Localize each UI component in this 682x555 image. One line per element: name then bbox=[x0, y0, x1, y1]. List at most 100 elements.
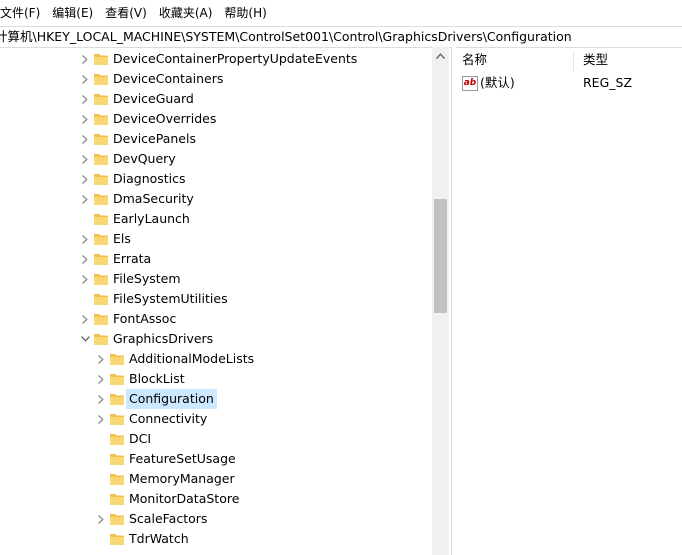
tree-item-deviceguard[interactable]: DeviceGuard bbox=[0, 89, 432, 109]
folder-icon bbox=[109, 509, 125, 529]
chevron-right-icon[interactable] bbox=[79, 129, 91, 149]
string-value-icon: ab bbox=[462, 76, 478, 91]
column-header-name[interactable]: 名称 bbox=[462, 51, 487, 69]
tree-item-monitordatastore[interactable]: MonitorDataStore bbox=[0, 489, 432, 509]
folder-icon bbox=[93, 169, 109, 189]
folder-icon bbox=[93, 229, 109, 249]
tree-item-featuresetusage[interactable]: FeatureSetUsage bbox=[0, 449, 432, 469]
tree-item-label: ScaleFactors bbox=[129, 511, 208, 526]
tree-item-diagnostics[interactable]: Diagnostics bbox=[0, 169, 432, 189]
tree-item-label: DevicePanels bbox=[113, 131, 196, 146]
folder-icon bbox=[93, 49, 109, 69]
chevron-right-icon[interactable] bbox=[95, 509, 107, 529]
tree-item-graphicsdrivers[interactable]: GraphicsDrivers bbox=[0, 329, 432, 349]
tree-item-label: DeviceContainerPropertyUpdateEvents bbox=[113, 51, 358, 66]
tree-item-deviceoverrides[interactable]: DeviceOverrides bbox=[0, 109, 432, 129]
chevron-up-icon bbox=[436, 52, 445, 59]
tree-item-dci[interactable]: DCI bbox=[0, 429, 432, 449]
tree-item-additionalmodelists[interactable]: AdditionalModeLists bbox=[0, 349, 432, 369]
folder-icon bbox=[93, 209, 109, 229]
chevron-right-icon[interactable] bbox=[79, 69, 91, 89]
menu-bar: 文件(F) 编辑(E) 查看(V) 收藏夹(A) 帮助(H) bbox=[0, 0, 682, 26]
folder-icon bbox=[109, 449, 125, 469]
chevron-right-icon[interactable] bbox=[95, 409, 107, 429]
column-header-type[interactable]: 类型 bbox=[583, 51, 608, 69]
tree-item-label: DeviceGuard bbox=[113, 91, 194, 106]
chevron-right-icon[interactable] bbox=[79, 269, 91, 289]
tree-item-els[interactable]: Els bbox=[0, 229, 432, 249]
tree-item-label: EarlyLaunch bbox=[113, 211, 190, 226]
scroll-up-button[interactable] bbox=[432, 47, 449, 64]
folder-icon bbox=[93, 109, 109, 129]
tree-item-label: Configuration bbox=[126, 389, 217, 409]
tree-item-label: DevQuery bbox=[113, 151, 176, 166]
scroll-thumb[interactable] bbox=[434, 199, 447, 313]
folder-icon bbox=[109, 529, 125, 549]
folder-icon bbox=[109, 489, 125, 509]
menu-file[interactable]: 文件(F) bbox=[0, 0, 46, 26]
tree-item-label: DeviceContainers bbox=[113, 71, 224, 86]
value-type[interactable]: REG_SZ bbox=[583, 74, 632, 92]
tree-item-configuration[interactable]: Configuration bbox=[0, 389, 432, 409]
folder-icon bbox=[93, 269, 109, 289]
tree-scrollbar[interactable] bbox=[432, 47, 449, 555]
menu-help[interactable]: 帮助(H) bbox=[218, 0, 272, 26]
tree-item-label: DeviceOverrides bbox=[113, 111, 217, 126]
tree-item-label: Errata bbox=[113, 251, 152, 266]
tree-item-label: FontAssoc bbox=[113, 311, 177, 326]
chevron-right-icon[interactable] bbox=[95, 349, 107, 369]
tree-item-connectivity[interactable]: Connectivity bbox=[0, 409, 432, 429]
folder-icon bbox=[109, 409, 125, 429]
tree-item-devquery[interactable]: DevQuery bbox=[0, 149, 432, 169]
chevron-down-icon[interactable] bbox=[79, 329, 91, 349]
folder-icon bbox=[109, 369, 125, 389]
tree-item-earlylaunch[interactable]: EarlyLaunch bbox=[0, 209, 432, 229]
tree-item-devicepanels[interactable]: DevicePanels bbox=[0, 129, 432, 149]
tree-item-memorymanager[interactable]: MemoryManager bbox=[0, 469, 432, 489]
chevron-right-icon[interactable] bbox=[79, 229, 91, 249]
folder-icon bbox=[93, 189, 109, 209]
menu-view[interactable]: 查看(V) bbox=[99, 0, 153, 26]
chevron-right-icon[interactable] bbox=[79, 49, 91, 69]
tree-item-errata[interactable]: Errata bbox=[0, 249, 432, 269]
chevron-right-icon[interactable] bbox=[79, 169, 91, 189]
folder-icon bbox=[93, 149, 109, 169]
registry-tree: DeviceContainerPropertyUpdateEvents Devic… bbox=[0, 47, 450, 555]
folder-icon bbox=[93, 89, 109, 109]
tree-item-label: MemoryManager bbox=[129, 471, 235, 486]
chevron-right-icon[interactable] bbox=[79, 109, 91, 129]
tree-item-label: BlockList bbox=[129, 371, 185, 386]
tree-item-label: FileSystemUtilities bbox=[113, 291, 228, 306]
value-name[interactable]: (默认) bbox=[480, 74, 515, 92]
tree-item-tdrwatch[interactable]: TdrWatch bbox=[0, 529, 432, 549]
folder-icon bbox=[109, 469, 125, 489]
tree-item-dmasecurity[interactable]: DmaSecurity bbox=[0, 189, 432, 209]
tree-item-filesystemutilities[interactable]: FileSystemUtilities bbox=[0, 289, 432, 309]
folder-icon bbox=[93, 69, 109, 89]
tree-item-fontassoc[interactable]: FontAssoc bbox=[0, 309, 432, 329]
folder-icon bbox=[93, 249, 109, 269]
folder-icon bbox=[109, 349, 125, 369]
tree-item-label: FileSystem bbox=[113, 271, 181, 286]
chevron-right-icon[interactable] bbox=[79, 149, 91, 169]
chevron-right-icon[interactable] bbox=[79, 89, 91, 109]
folder-icon bbox=[93, 289, 109, 309]
column-separator[interactable] bbox=[573, 51, 574, 71]
chevron-right-icon[interactable] bbox=[95, 369, 107, 389]
chevron-right-icon[interactable] bbox=[79, 189, 91, 209]
menu-favorites[interactable]: 收藏夹(A) bbox=[153, 0, 219, 26]
address-bar[interactable]: 计算机\HKEY_LOCAL_MACHINE\SYSTEM\ControlSet… bbox=[0, 26, 682, 48]
address-path[interactable]: 计算机\HKEY_LOCAL_MACHINE\SYSTEM\ControlSet… bbox=[0, 29, 572, 44]
tree-item-label: TdrWatch bbox=[129, 531, 189, 546]
menu-edit[interactable]: 编辑(E) bbox=[46, 0, 99, 26]
chevron-right-icon[interactable] bbox=[79, 309, 91, 329]
tree-item-devicecontainers[interactable]: DeviceContainers bbox=[0, 69, 432, 89]
tree-item-devicecontainerpropertyupdateevents[interactable]: DeviceContainerPropertyUpdateEvents bbox=[0, 49, 432, 69]
tree-item-blocklist[interactable]: BlockList bbox=[0, 369, 432, 389]
chevron-right-icon[interactable] bbox=[95, 389, 107, 409]
tree-item-scalefactors[interactable]: ScaleFactors bbox=[0, 509, 432, 529]
tree-item-label: Connectivity bbox=[129, 411, 208, 426]
folder-icon bbox=[93, 309, 109, 329]
tree-item-filesystem[interactable]: FileSystem bbox=[0, 269, 432, 289]
chevron-right-icon[interactable] bbox=[79, 249, 91, 269]
